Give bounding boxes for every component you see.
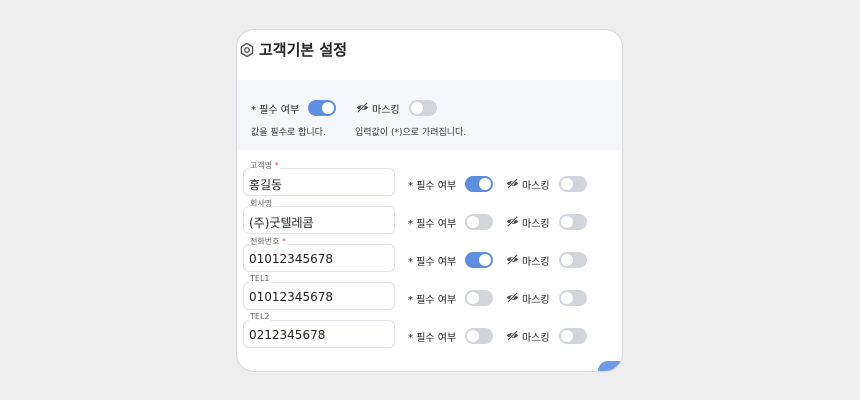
toggle-knob [467,292,479,304]
required-label-text: 필수 여부 [416,181,457,192]
eye-off-icon [506,178,519,189]
row-masking-toggle[interactable] [559,214,587,230]
required-label-text: 필수 여부 [416,295,457,306]
row-required-toggle[interactable] [465,252,493,268]
masking-toggle[interactable] [409,100,437,116]
field-value: 01012345678 [249,252,333,266]
required-label-text: 필수 여부 [416,333,457,344]
row-required-label: * 필수 여부 [408,291,456,306]
required-star: * [408,181,413,192]
field-input[interactable]: 홍길동 [243,168,395,196]
toggle-knob [561,254,573,266]
toggle-knob [467,330,479,342]
row-required-label: * 필수 여부 [408,253,456,268]
field-label-text: TEL1 [250,274,270,283]
row-required-label: * 필수 여부 [408,177,456,192]
row-masking-toggle[interactable] [559,290,587,306]
required-label-text: 필수 여부 [259,105,300,116]
field-row: (주)굿텔레콤 회사명 * 필수 여부 마스킹 [237,198,622,236]
toggle-knob [561,330,573,342]
row-masking-label: 마스킹 [522,219,550,230]
field-row: 01012345678 전화번호 * * 필수 여부 마스킹 [237,236,622,274]
customer-settings-card: 고객기본 설정 * 필수 여부 값을 필수로 합니다. 마스킹 입력값이 (*)… [236,29,623,372]
field-label: TEL1 [249,274,271,283]
corner-accent [598,361,622,371]
card-header: 고객기본 설정 [237,30,622,72]
global-settings-panel: * 필수 여부 값을 필수로 합니다. 마스킹 입력값이 (*)으로 가려집니다… [237,80,622,150]
field-row: 01012345678 TEL1 * 필수 여부 마스킹 [237,274,622,312]
row-required-toggle[interactable] [465,290,493,306]
masking-description: 입력값이 (*)으로 가려집니다. [355,128,467,138]
row-required-label: * 필수 여부 [408,329,456,344]
toggle-knob [411,102,423,114]
required-star: * [408,257,413,268]
required-mark: * [274,161,279,170]
field-label-text: 회사명 [250,199,273,208]
field-input[interactable]: 01012345678 [243,244,395,272]
eye-off-icon [506,216,519,227]
toggle-knob [561,216,573,228]
field-label: 고객명 * [249,160,280,171]
toggle-knob [322,102,334,114]
required-description: 값을 필수로 합니다. [251,128,326,138]
row-masking-label: 마스킹 [522,295,550,306]
required-label-text: 필수 여부 [416,219,457,230]
field-label: 전화번호 * [249,236,287,247]
required-mark: * [282,237,286,246]
required-setting-label: * 필수 여부 [251,101,299,116]
field-value: 홍길동 [249,178,283,192]
field-value: 0212345678 [249,328,326,342]
required-star: * [408,295,413,306]
toggle-knob [479,254,491,266]
masking-setting-label: 마스킹 [372,105,400,116]
eye-off-icon [506,292,519,303]
field-label-text: 전화번호 [250,237,280,246]
eye-off-icon [356,102,369,113]
required-star: * [251,105,256,116]
toggle-knob [467,216,479,228]
row-masking-label: 마스킹 [522,181,550,192]
field-label-text: TEL2 [250,312,270,321]
field-input[interactable]: (주)굿텔레콤 [243,206,395,234]
toggle-knob [561,178,573,190]
field-row: 홍길동 고객명 * * 필수 여부 마스킹 [237,160,622,198]
field-value: (주)굿텔레콤 [249,216,314,230]
row-required-toggle[interactable] [465,176,493,192]
required-toggle[interactable] [308,100,336,116]
row-masking-toggle[interactable] [559,252,587,268]
row-masking-toggle[interactable] [559,328,587,344]
field-label: TEL2 [249,312,271,321]
required-label-text: 필수 여부 [416,257,457,268]
gear-icon [240,42,254,58]
field-label: 회사명 [249,198,274,209]
page-title: 고객기본 설정 [259,41,348,59]
row-masking-label: 마스킹 [522,257,550,268]
field-row: 0212345678 TEL2 * 필수 여부 마스킹 [237,312,622,350]
eye-off-icon [506,254,519,265]
row-required-label: * 필수 여부 [408,215,456,230]
row-required-toggle[interactable] [465,214,493,230]
field-value: 01012345678 [249,290,333,304]
field-input[interactable]: 01012345678 [243,282,395,310]
row-masking-label: 마스킹 [522,333,550,344]
row-masking-toggle[interactable] [559,176,587,192]
toggle-knob [479,178,491,190]
required-star: * [408,219,413,230]
eye-off-icon [506,330,519,341]
toggle-knob [561,292,573,304]
required-star: * [408,333,413,344]
field-label-text: 고객명 [250,161,273,170]
field-input[interactable]: 0212345678 [243,320,395,348]
row-required-toggle[interactable] [465,328,493,344]
